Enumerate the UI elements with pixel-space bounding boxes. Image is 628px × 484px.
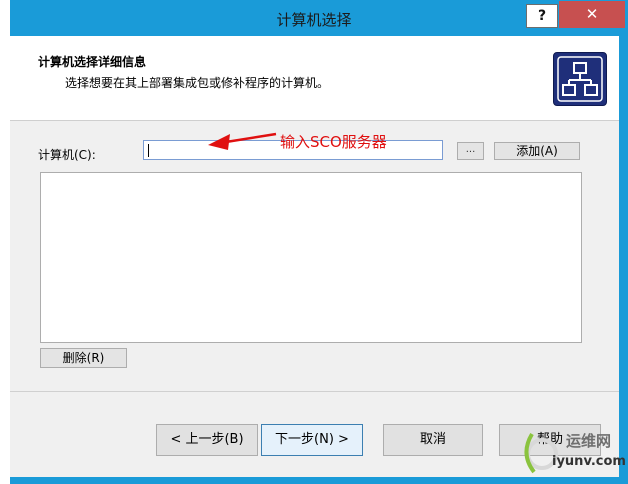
footer-separator [10,391,619,392]
wizard-header: 计算机选择详细信息 选择想要在其上部署集成包或修补程序的计算机。 [10,36,619,121]
header-title: 计算机选择详细信息 [38,55,147,69]
add-button[interactable]: 添加(A) [494,142,580,160]
network-hierarchy-icon [553,52,607,106]
computer-label: 计算机(C): [38,148,96,162]
header-subtitle: 选择想要在其上部署集成包或修补程序的计算机。 [65,76,330,90]
watermark-line2: iyunv.com [552,454,626,469]
back-button[interactable]: < 上一步(B) [156,424,258,456]
delete-button[interactable]: 删除(R) [40,348,127,368]
red-arrow-icon [208,132,277,150]
computer-list[interactable] [40,172,582,343]
text-caret [148,144,149,157]
background-strip [0,0,10,484]
watermark-logo-icon [524,432,558,474]
cancel-button[interactable]: 取消 [383,424,483,456]
annotation-text: 输入SCO服务器 [280,133,387,151]
watermark-line1: 运维网 [566,432,612,450]
title-help-button[interactable]: ? [526,4,558,28]
title-bar: 计算机选择 ? ✕ [0,0,628,36]
dialog-client-area: 计算机选择详细信息 选择想要在其上部署集成包或修补程序的计算机。 计算机(C): [10,36,619,477]
watermark: 运维网 iyunv.com [518,428,626,482]
next-button[interactable]: 下一步(N) > [261,424,363,456]
browse-button[interactable]: ... [457,142,484,160]
close-button[interactable]: ✕ [559,1,625,28]
dialog-window: 计算机选择 ? ✕ 计算机选择详细信息 选择想要在其上部署集成包或修补程序的计算… [0,0,628,484]
